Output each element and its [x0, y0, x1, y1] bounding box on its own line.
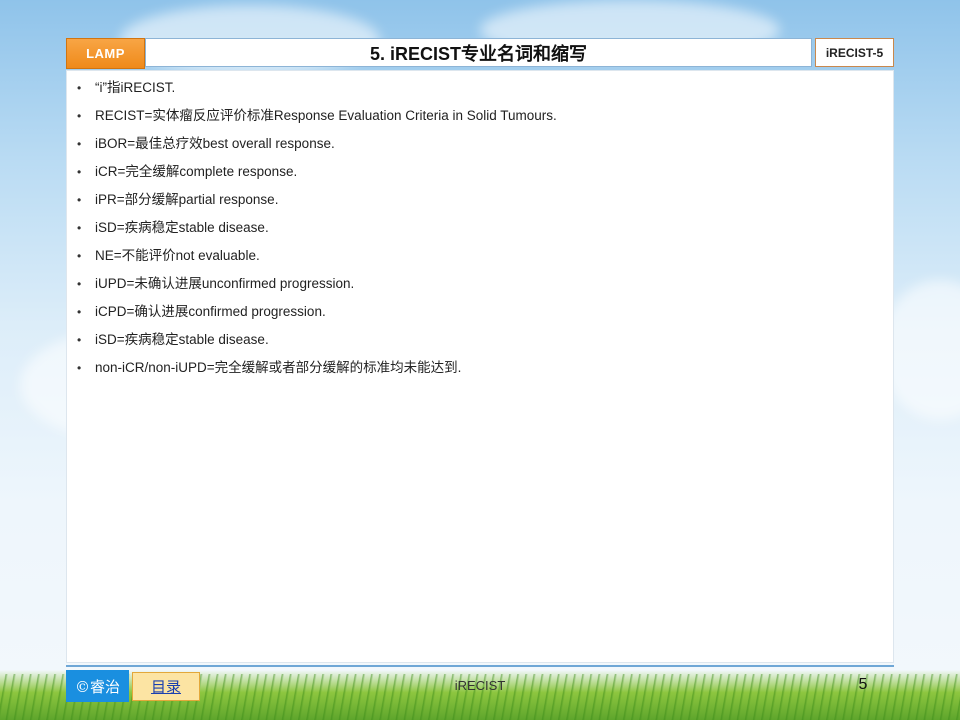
bullet-icon: •	[77, 277, 82, 291]
bullet-icon: •	[77, 249, 82, 263]
bullet-icon: •	[77, 305, 82, 319]
list-item: • iCR=完全缓解complete response.	[77, 162, 893, 190]
slide-title: 5. iRECIST专业名词和缩写	[145, 38, 812, 67]
list-item-text: iSD=疾病稳定stable disease.	[95, 332, 269, 347]
list-item: • iUPD=未确认进展unconfirmed progression.	[77, 274, 893, 302]
list-item: • “i”指iRECIST.	[77, 78, 893, 106]
list-item-text: iBOR=最佳总疗效best overall response.	[95, 136, 335, 151]
bullet-icon: •	[77, 81, 82, 95]
slide-tag: iRECIST-5	[815, 38, 894, 67]
list-item: • RECIST=实体瘤反应评价标准Response Evaluation Cri…	[77, 106, 893, 134]
list-item: • NE=不能评价not evaluable.	[77, 246, 893, 274]
footer-title: iRECIST	[454, 678, 506, 693]
list-item-text: iSD=疾病稳定stable disease.	[95, 220, 269, 235]
list-item-text: iPR=部分缓解partial response.	[95, 192, 279, 207]
list-item: • non-iCR/non-iUPD=完全缓解或者部分缓解的标准均未能达到.	[77, 358, 893, 386]
list-item-text: NE=不能评价not evaluable.	[95, 248, 260, 263]
bullet-icon: •	[77, 165, 82, 179]
bullet-icon: •	[77, 333, 82, 347]
list-item-text: “i”指iRECIST.	[95, 80, 176, 95]
list-item-text: iCR=完全缓解complete response.	[95, 164, 298, 179]
list-item-text: non-iCR/non-iUPD=完全缓解或者部分缓解的标准均未能达到.	[95, 360, 462, 375]
content-panel: • “i”指iRECIST. • RECIST=实体瘤反应评价标准Response …	[66, 70, 894, 663]
term-list: • “i”指iRECIST. • RECIST=实体瘤反应评价标准Response …	[67, 71, 893, 386]
bullet-icon: •	[77, 109, 82, 123]
list-item: • iSD=疾病稳定stable disease.	[77, 218, 893, 246]
list-item: • iBOR=最佳总疗效best overall response.	[77, 134, 893, 162]
bullet-icon: •	[77, 221, 82, 235]
list-item-text: iUPD=未确认进展unconfirmed progression.	[95, 276, 355, 291]
bullet-icon: •	[77, 193, 82, 207]
footer-divider	[66, 665, 894, 667]
bullet-icon: •	[77, 137, 82, 151]
list-item: • iCPD=确认进展confirmed progression.	[77, 302, 893, 330]
toc-link[interactable]: 目录	[132, 672, 200, 701]
page-number: 5	[858, 676, 868, 693]
list-item-text: RECIST=实体瘤反应评价标准Response Evaluation Crit…	[95, 108, 557, 123]
brand-badge: LAMP	[66, 38, 145, 69]
list-item-text: iCPD=确认进展confirmed progression.	[95, 304, 326, 319]
bullet-icon: •	[77, 361, 82, 375]
company-logo: ©睿治	[66, 670, 129, 702]
list-item: • iPR=部分缓解partial response.	[77, 190, 893, 218]
list-item: • iSD=疾病稳定stable disease.	[77, 330, 893, 358]
